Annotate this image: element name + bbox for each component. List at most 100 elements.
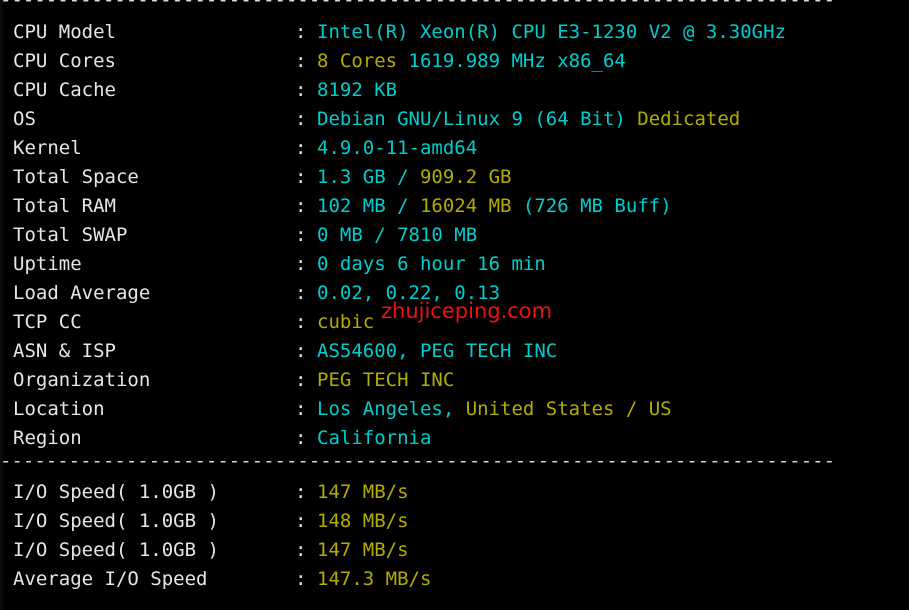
- info-row-colon: :: [295, 166, 307, 188]
- info-row-label: Kernel: [13, 137, 82, 159]
- info-row: CPU Cores:8 Cores 1619.989 MHz x86_64: [13, 47, 903, 76]
- info-row-value: 0 MB / 7810 MB: [317, 224, 477, 246]
- info-row-label: Uptime: [13, 253, 82, 275]
- io-row-label: I/O Speed( 1.0GB ): [13, 539, 219, 561]
- info-row-value: 8192 KB: [317, 79, 397, 101]
- info-row-label: TCP CC: [13, 311, 82, 333]
- info-row-value-segment: 8192 KB: [317, 79, 398, 101]
- io-row: I/O Speed( 1.0GB ):148 MB/s: [13, 507, 903, 536]
- info-row-value-segment: /: [385, 195, 420, 217]
- info-row-value-segment: PEG TECH INC: [317, 369, 455, 391]
- info-row-value: 8 Cores 1619.989 MHz x86_64: [317, 50, 626, 72]
- info-row-colon: :: [295, 369, 307, 391]
- info-row-colon: :: [295, 195, 307, 217]
- info-row-value: 4.9.0-11-amd64: [317, 137, 477, 159]
- info-row-colon: :: [295, 253, 307, 275]
- info-row: Load Average:0.02, 0.22, 0.13: [13, 279, 903, 308]
- info-row-value: 1.3 GB / 909.2 GB: [317, 166, 511, 188]
- info-row: TCP CC: cubic: [13, 308, 903, 337]
- info-row-colon: :: [295, 137, 307, 159]
- info-row-value: cubic: [317, 311, 374, 333]
- info-row-value: California: [317, 427, 431, 449]
- info-row-value-segment: 0.02, 0.22, 0.13: [317, 282, 501, 304]
- info-row-value: Los Angeles, United States / US: [317, 398, 672, 420]
- info-row-value-segment: cubic: [317, 311, 375, 333]
- info-row-value-segment: AS54600, PEG TECH INC: [317, 340, 558, 362]
- info-row-label: Load Average: [13, 282, 151, 304]
- io-row-value-segment: 147 MB/s: [317, 539, 409, 561]
- info-row-label: Total RAM: [13, 195, 116, 217]
- info-row-colon: :: [295, 79, 307, 101]
- terminal-window[interactable]: ----------------------------------------…: [0, 0, 909, 610]
- info-row-value: AS54600, PEG TECH INC: [317, 340, 557, 362]
- info-row-colon: :: [295, 224, 307, 246]
- io-row: I/O Speed( 1.0GB ):147 MB/s: [13, 478, 903, 507]
- info-row-label: CPU Model: [13, 21, 116, 43]
- info-row-value-segment: 0 days 6 hour 16 min: [317, 253, 546, 275]
- io-row-value: 147 MB/s: [317, 481, 409, 503]
- info-row-colon: :: [295, 340, 307, 362]
- info-row-colon: :: [295, 21, 307, 43]
- info-row-colon: :: [295, 50, 307, 72]
- io-row-value: 147.3 MB/s: [317, 568, 431, 590]
- io-row-colon: :: [295, 539, 307, 561]
- io-row-value: 147 MB/s: [317, 539, 409, 561]
- info-row-label: OS: [13, 108, 36, 130]
- info-row-label: CPU Cores: [13, 50, 116, 72]
- info-row: ASN & ISP: AS54600, PEG TECH INC: [13, 337, 903, 366]
- info-row-value-segment: Los Angeles,: [317, 398, 466, 420]
- io-row-label: I/O Speed( 1.0GB ): [13, 481, 219, 503]
- info-row-value: Intel(R) Xeon(R) CPU E3-1230 V2 @ 3.30GH…: [317, 21, 786, 43]
- info-row-colon: :: [295, 311, 307, 333]
- info-row-label: Organization: [13, 369, 151, 391]
- info-row-value-segment: 0 MB / 7810 MB: [317, 224, 478, 246]
- io-row: I/O Speed( 1.0GB ):147 MB/s: [13, 536, 903, 565]
- info-row-colon: :: [295, 108, 307, 130]
- io-row-colon: :: [295, 510, 307, 532]
- info-row-value-segment: United States / US: [465, 398, 672, 420]
- io-row-colon: :: [295, 568, 307, 590]
- info-row-label: Total Space: [13, 166, 139, 188]
- info-row-value-segment: 4.9.0-11-amd64: [317, 137, 478, 159]
- info-row-label: Location: [13, 398, 105, 420]
- io-row-value: 148 MB/s: [317, 510, 409, 532]
- io-row-label: I/O Speed( 1.0GB ): [13, 510, 219, 532]
- info-row-value: 0 days 6 hour 16 min: [317, 253, 546, 275]
- info-row-value-segment: Intel(R) Xeon(R) CPU E3-1230 V2 @ 3.30GH…: [317, 21, 786, 43]
- info-row-value: 0.02, 0.22, 0.13: [317, 282, 500, 304]
- info-row: Location: Los Angeles, United States / US: [13, 395, 903, 424]
- info-row-value-segment: 1619.989 MHz x86_64: [397, 50, 626, 72]
- info-row: Kernel:4.9.0-11-amd64: [13, 134, 903, 163]
- info-row: Total Space:1.3 GB / 909.2 GB: [13, 163, 903, 192]
- info-row-colon: :: [295, 282, 307, 304]
- info-row-value-segment: Dedicated: [637, 108, 741, 130]
- info-row-value-segment: 102 MB: [317, 195, 386, 217]
- info-row-value-segment: 16024 MB: [419, 195, 512, 217]
- io-row-colon: :: [295, 481, 307, 503]
- info-row-value: PEG TECH INC: [317, 369, 454, 391]
- io-row-label: Average I/O Speed: [13, 568, 208, 590]
- info-row: Total RAM:102 MB / 16024 MB (726 MB Buff…: [13, 192, 903, 221]
- info-row: CPU Model: Intel(R) Xeon(R) CPU E3-1230 V…: [13, 18, 903, 47]
- separator-line-top: ----------------------------------------…: [0, 0, 836, 11]
- info-row-colon: :: [295, 398, 307, 420]
- info-row-value-segment: (726 MB Buff): [511, 195, 672, 217]
- info-row-value: Debian GNU/Linux 9 (64 Bit) Dedicated: [317, 108, 740, 130]
- info-row-value-segment: 8 Cores: [317, 50, 398, 72]
- info-row-label: ASN & ISP: [13, 340, 116, 362]
- io-row-value-segment: 148 MB/s: [317, 510, 409, 532]
- info-row-label: CPU Cache: [13, 79, 116, 101]
- separator-line-middle: ----------------------------------------…: [0, 450, 836, 472]
- info-row: Total SWAP:0 MB / 7810 MB: [13, 221, 903, 250]
- info-row-value-segment: California: [317, 427, 432, 449]
- info-row-value-segment: Debian GNU/Linux 9 (64 Bit): [317, 108, 638, 130]
- system-info-list: CPU Model: Intel(R) Xeon(R) CPU E3-1230 V…: [13, 18, 903, 453]
- io-row-value-segment: 147 MB/s: [317, 481, 409, 503]
- info-row: Organization: PEG TECH INC: [13, 366, 903, 395]
- info-row-value-segment: 909.2 GB: [419, 166, 512, 188]
- terminal-left-edge: [0, 0, 3, 610]
- info-row-label: Total SWAP: [13, 224, 128, 246]
- info-row-value-segment: /: [385, 166, 420, 188]
- io-row-value-segment: 147.3 MB/s: [317, 568, 432, 590]
- info-row: CPU Cache:8192 KB: [13, 76, 903, 105]
